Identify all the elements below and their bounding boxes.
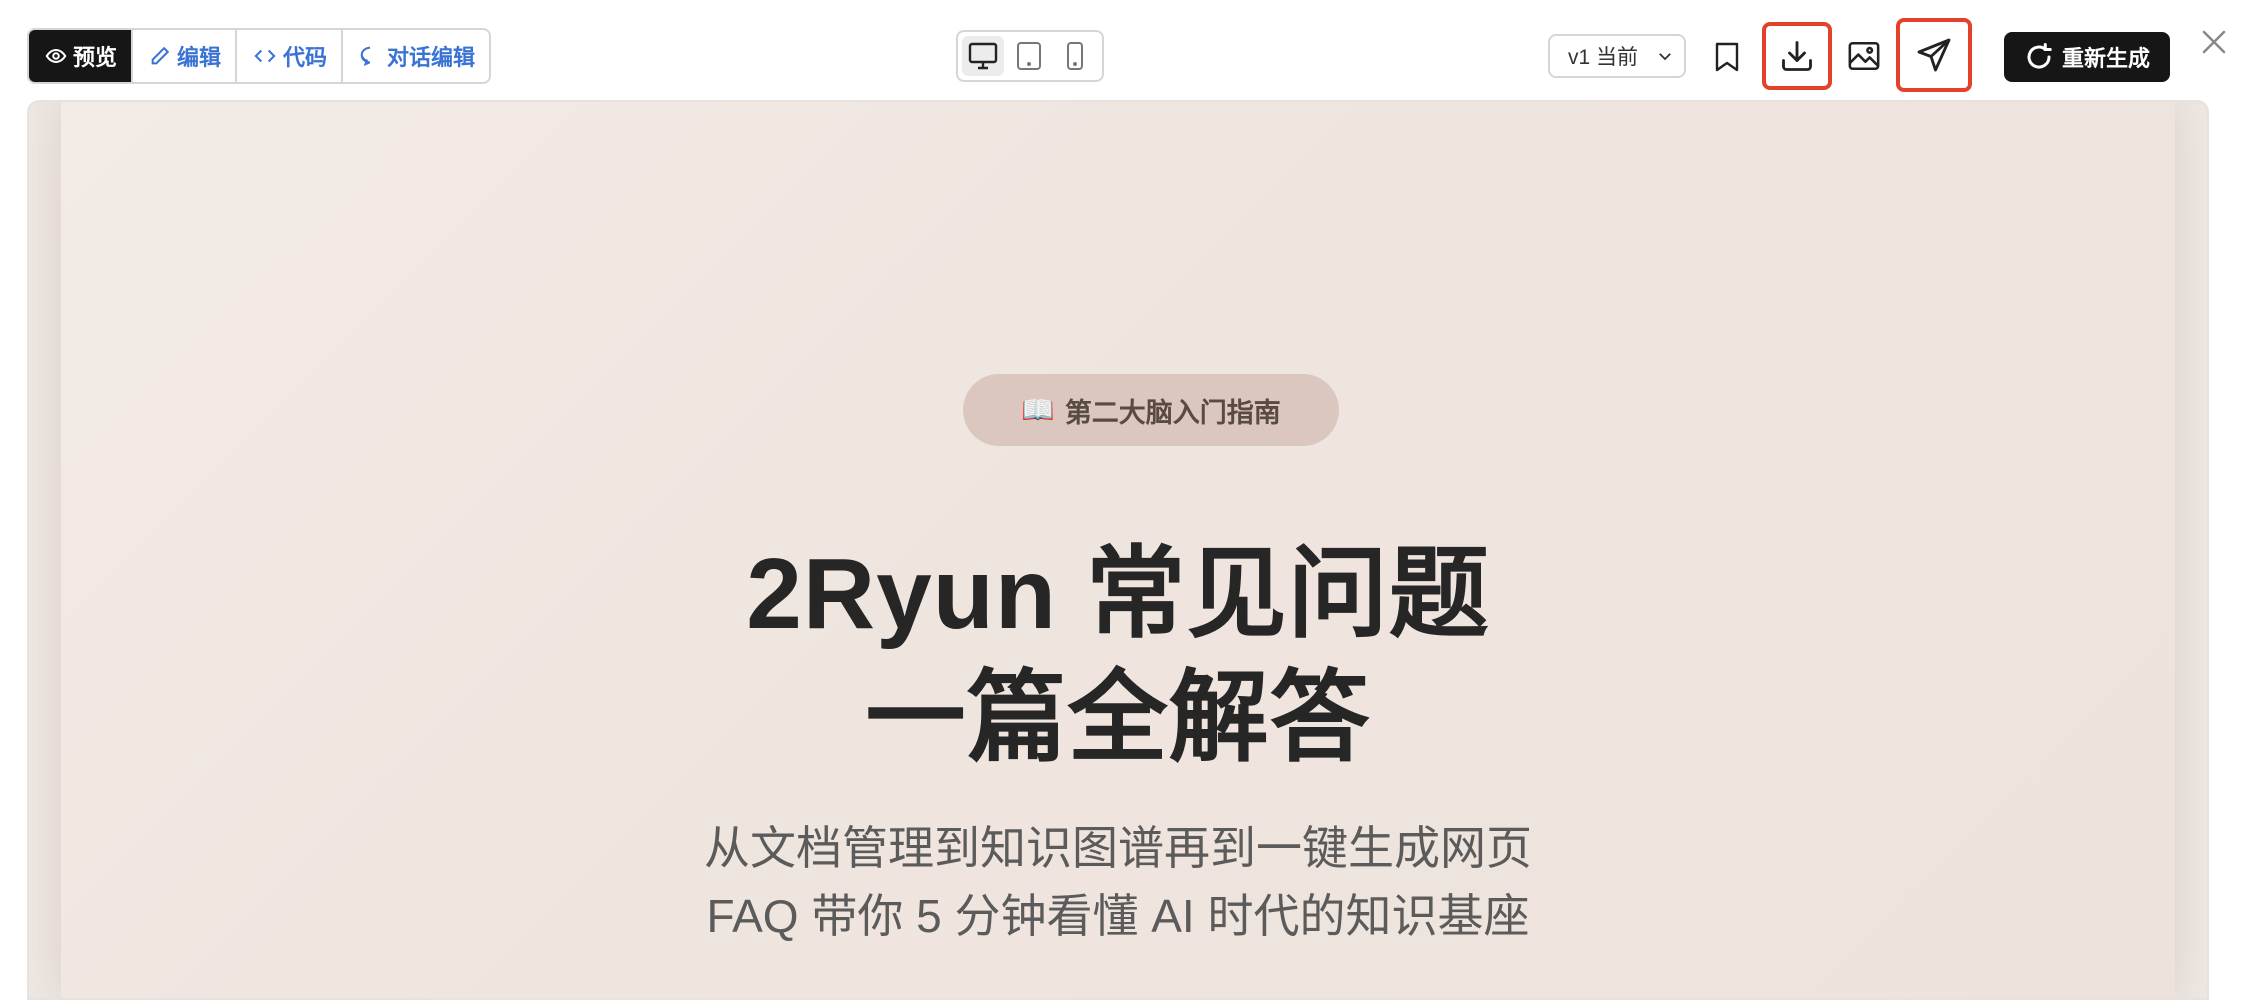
hero-subtitle-line-1: 从文档管理到知识图谱再到一键生成网页 [704, 822, 1532, 874]
tab-chat-edit-label: 对话编辑 [387, 45, 476, 70]
send-icon [1917, 38, 1951, 72]
mobile-icon [1067, 42, 1083, 70]
guide-badge: 📖 第二大脑入门指南 [963, 374, 1339, 446]
book-icon: 📖 [1021, 395, 1055, 425]
chat-bubble-icon [360, 46, 371, 67]
tab-code[interactable]: 代码 [235, 30, 341, 82]
device-switcher [956, 30, 1104, 82]
code-icon [254, 49, 276, 63]
device-tablet-button[interactable] [1008, 36, 1050, 76]
regenerate-label: 重新生成 [2061, 46, 2150, 71]
version-select-value: v1 当前 [1568, 46, 1639, 69]
regenerate-button[interactable]: 重新生成 [2004, 32, 2170, 82]
image-icon [1848, 41, 1880, 71]
tab-edit-label: 编辑 [177, 45, 222, 70]
tab-code-label: 代码 [283, 45, 328, 70]
bookmark-icon [1715, 42, 1739, 72]
guide-badge-label: 第二大脑入门指南 [1064, 397, 1281, 428]
device-desktop-button[interactable] [962, 36, 1004, 76]
share-button[interactable] [1896, 18, 1972, 92]
tab-chat-edit[interactable]: 对话编辑 [341, 30, 489, 82]
hero-title-line-1: 2Ryun 常见问题 [746, 538, 1490, 650]
close-button[interactable] [2194, 20, 2234, 64]
tab-edit[interactable]: 编辑 [131, 30, 235, 82]
bookmark-button[interactable] [1706, 34, 1748, 80]
view-mode-tabs: 预览 编辑 代码 对话编辑 [27, 28, 492, 84]
tablet-icon [1017, 42, 1041, 70]
preview-page: 📖 第二大脑入门指南 2Ryun 常见问题 一篇全解答 从文档管理到知识图谱再到… [61, 102, 2175, 998]
image-export-button[interactable] [1842, 34, 1886, 78]
hero-title-line-2: 一篇全解答 [865, 662, 1371, 774]
close-icon [2202, 30, 2226, 54]
chevron-down-icon [1659, 53, 1671, 61]
hero-title: 2Ryun 常见问题 一篇全解答 [61, 532, 2175, 780]
preview-toolbar: 预览 编辑 代码 对话编辑 v1 当前 重新生成 [0, 0, 2256, 100]
tab-preview-label: 预览 [73, 45, 118, 70]
version-select[interactable]: v1 当前 [1548, 34, 1686, 78]
download-icon [1782, 41, 1812, 71]
hero-subtitle: 从文档管理到知识图谱再到一键生成网页 FAQ 带你 5 分钟看懂 AI 时代的知… [61, 814, 2175, 950]
desktop-icon [968, 42, 998, 70]
pencil-icon [151, 46, 170, 65]
hero-subtitle-line-2: FAQ 带你 5 分钟看懂 AI 时代的知识基座 [706, 890, 1530, 942]
preview-frame[interactable]: 📖 第二大脑入门指南 2Ryun 常见问题 一篇全解答 从文档管理到知识图谱再到… [27, 100, 2209, 1000]
refresh-icon [2027, 43, 2052, 69]
download-button[interactable] [1762, 22, 1832, 90]
tab-preview[interactable]: 预览 [29, 30, 132, 82]
eye-icon [45, 49, 67, 63]
device-mobile-button[interactable] [1054, 36, 1096, 76]
